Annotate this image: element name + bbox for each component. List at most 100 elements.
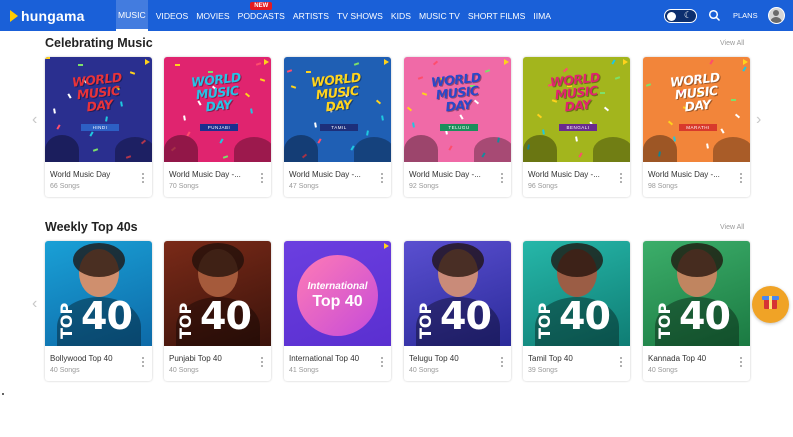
playlist-card[interactable]: TOP 40 Telugu Top 40 40 Songs (404, 241, 511, 381)
more-options-icon[interactable] (261, 357, 264, 369)
playlist-card[interactable]: TOP 40 Kannada Top 40 40 Songs (643, 241, 750, 381)
toggle-knob (667, 11, 676, 21)
confetti-decoration (290, 85, 297, 89)
card-title: Punjabi Top 40 (169, 354, 222, 363)
confetti-decoration (255, 62, 262, 66)
section-title-celebrating-music: Celebrating Music (45, 36, 153, 50)
playlist-card[interactable]: WORLD MUSIC DAY MARATHI World Music Day -...… (643, 57, 750, 197)
playlist-artwork[interactable]: WORLD MUSIC DAY MARATHI (643, 57, 750, 162)
more-options-icon[interactable] (142, 357, 145, 369)
carousel-prev-arrow[interactable]: ‹ (32, 112, 37, 128)
more-options-icon[interactable] (142, 173, 145, 185)
crowd-decoration (643, 135, 677, 162)
playlist-artwork[interactable]: TOP 40 (164, 241, 271, 346)
nav-item-short-films[interactable]: SHORT FILMS (468, 0, 525, 31)
world-music-day-logo: WORLD MUSIC DAY (297, 69, 378, 131)
carousel-prev-arrow[interactable]: ‹ (32, 296, 37, 312)
more-options-icon[interactable] (620, 173, 623, 185)
nav-label: MUSIC (118, 9, 146, 20)
nav-item-music[interactable]: MUSIC (116, 0, 148, 31)
user-avatar-icon[interactable] (768, 7, 785, 24)
nav-item-artists[interactable]: ARTISTS (293, 0, 329, 31)
playlist-artwork[interactable]: WORLD MUSIC DAY HINDI (45, 57, 152, 162)
playlist-artwork[interactable]: TOP 40 (643, 241, 750, 346)
crowd-decoration (234, 137, 271, 162)
world-music-day-logo: WORLD MUSIC DAY (177, 69, 258, 131)
world-music-day-logo: WORLD MUSIC DAY (58, 69, 139, 131)
more-options-icon[interactable] (620, 357, 623, 369)
more-options-icon[interactable] (381, 357, 384, 369)
song-count: 96 Songs (528, 183, 558, 190)
playlist-artwork[interactable]: WORLD MUSIC DAY TELUGU (404, 57, 511, 162)
confetti-decoration (706, 143, 709, 149)
more-options-icon[interactable] (501, 173, 504, 185)
nav-item-videos[interactable]: VIDEOS (156, 0, 188, 31)
playlist-artwork[interactable]: TOP 40 (45, 241, 152, 346)
crowd-decoration (45, 135, 79, 162)
playlist-artwork[interactable]: WORLD MUSIC DAY TAMIL (284, 57, 391, 162)
playlist-artwork[interactable]: WORLD MUSIC DAY BENGALI (523, 57, 630, 162)
playlist-card[interactable]: WORLD MUSIC DAY BENGALI World Music Day -...… (523, 57, 630, 197)
more-options-icon[interactable] (501, 357, 504, 369)
card-title: World Music Day -... (289, 170, 361, 179)
hungama-corner-icon (264, 59, 269, 65)
theme-toggle[interactable]: ☾ (664, 9, 697, 23)
more-options-icon[interactable] (381, 173, 384, 185)
confetti-decoration (742, 66, 747, 72)
nav-item-movies[interactable]: MOVIES (196, 0, 229, 31)
more-options-icon[interactable] (740, 173, 743, 185)
confetti-decoration (614, 76, 621, 80)
gift-icon[interactable] (752, 286, 789, 323)
confetti-decoration (222, 155, 229, 159)
crowd-decoration (404, 135, 438, 162)
crowd-decoration (474, 137, 511, 162)
crowd-decoration (284, 135, 318, 162)
nav-label: MUSIC TV (418, 10, 460, 21)
card-title: Bollywood Top 40 (50, 354, 113, 363)
nav-item-tv-shows[interactable]: TV SHOWS (337, 0, 383, 31)
more-options-icon[interactable] (740, 357, 743, 369)
confetti-decoration (375, 99, 382, 105)
hungama-corner-icon (384, 243, 389, 249)
hungama-logo[interactable]: hungama (10, 6, 85, 26)
confetti-decoration (89, 131, 94, 137)
confetti-decoration (406, 106, 413, 112)
nav-label: IIMA (533, 10, 551, 21)
playlist-artwork[interactable]: TOP 40 (404, 241, 511, 346)
confetti-decoration (611, 59, 616, 65)
playlist-card[interactable]: TOP 40 Tamil Top 40 39 Songs (523, 241, 630, 381)
crowd-decoration (523, 135, 557, 162)
nav-item-iima[interactable]: IIMA (533, 0, 551, 31)
artist-portrait (671, 243, 723, 277)
nav-label: SHORT FILMS (467, 10, 526, 21)
confetti-decoration (286, 69, 293, 73)
confetti-decoration (448, 145, 453, 151)
hungama-corner-icon (145, 59, 150, 65)
search-icon[interactable] (708, 9, 721, 22)
song-count: 39 Songs (528, 367, 558, 374)
artist-portrait (551, 243, 603, 277)
confetti-decoration (78, 64, 83, 66)
playlist-artwork[interactable]: WORLD MUSIC DAY PUNJABI (164, 57, 271, 162)
artwork-text: TOP (535, 302, 554, 339)
nav-item-music-tv[interactable]: MUSIC TV (419, 0, 460, 31)
playlist-card[interactable]: International Top 40 International Top 40 4… (284, 241, 391, 381)
playlist-card[interactable]: WORLD MUSIC DAY PUNJABI World Music Day -...… (164, 57, 271, 197)
artwork-text: 40 (81, 294, 133, 338)
plans-link[interactable]: PLANS (733, 0, 758, 31)
playlist-card[interactable]: TOP 40 Punjabi Top 40 40 Songs (164, 241, 271, 381)
playlist-artwork[interactable]: International Top 40 (284, 241, 391, 346)
song-count: 40 Songs (169, 367, 199, 374)
more-options-icon[interactable] (261, 173, 264, 185)
carousel-next-arrow[interactable]: › (756, 112, 761, 128)
nav-item-podcasts[interactable]: PODCASTS NEW (238, 0, 285, 31)
playlist-card[interactable]: WORLD MUSIC DAY TAMIL World Music Day -... 47… (284, 57, 391, 197)
view-all-link[interactable]: View All (720, 224, 744, 231)
playlist-artwork[interactable]: TOP 40 (523, 241, 630, 346)
playlist-card[interactable]: WORLD MUSIC DAY HINDI World Music Day 66 Song… (45, 57, 152, 197)
view-all-link[interactable]: View All (720, 40, 744, 47)
playlist-card[interactable]: TOP 40 Bollywood Top 40 40 Songs (45, 241, 152, 381)
language-tag: TELUGU (440, 124, 478, 131)
nav-item-kids[interactable]: KIDS (391, 0, 411, 31)
playlist-card[interactable]: WORLD MUSIC DAY TELUGU World Music Day -... 9… (404, 57, 511, 197)
